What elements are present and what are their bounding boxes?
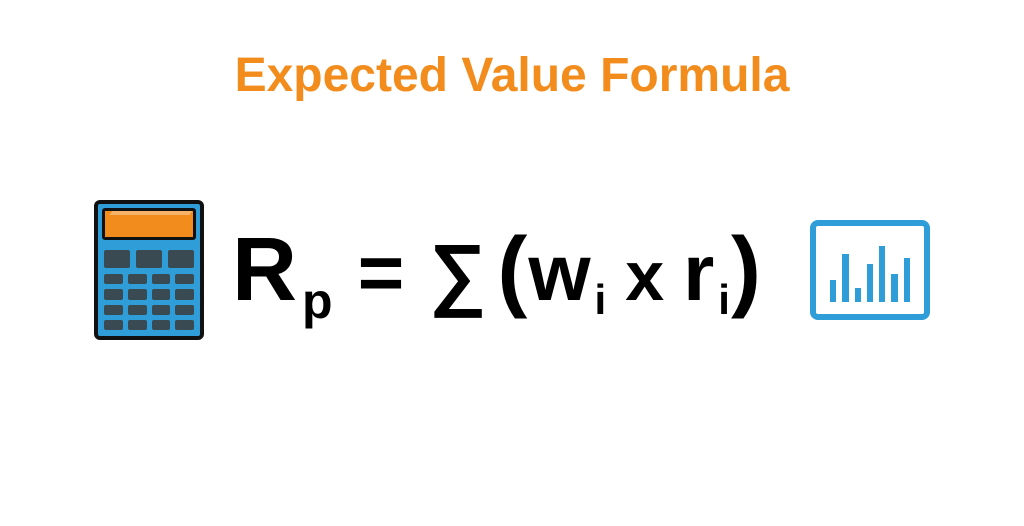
formula-mult: x [625, 241, 665, 311]
bar-chart-icon [810, 220, 930, 320]
formula-equals: = [358, 233, 406, 313]
calculator-screen [102, 208, 196, 240]
formula-row: R p = ∑ ( w i x r i ) [0, 200, 1024, 340]
formula-sigma: ∑ [429, 233, 487, 313]
chart-bar [891, 274, 897, 302]
formula-r-sub: i [718, 279, 731, 321]
calculator-row [104, 250, 194, 268]
formula-r: r [683, 233, 715, 313]
formula-w-sub: i [595, 279, 608, 321]
formula-lhs-var: R [232, 225, 298, 315]
formula-lparen: ( [497, 225, 528, 315]
calculator-icon [94, 200, 204, 340]
chart-bars [830, 242, 910, 302]
formula-lhs-sub: p [302, 276, 334, 326]
calculator-keys [104, 274, 194, 330]
formula-rparen: ) [731, 225, 762, 315]
chart-bar [904, 258, 910, 302]
chart-bar [842, 254, 848, 302]
chart-bar [879, 246, 885, 302]
formula-w: w [528, 233, 591, 313]
chart-bar [867, 264, 873, 302]
chart-bar [855, 288, 861, 302]
page-title: Expected Value Formula [0, 48, 1024, 103]
formula-expression: R p = ∑ ( w i x r i ) [232, 225, 762, 315]
chart-bar [830, 280, 836, 302]
